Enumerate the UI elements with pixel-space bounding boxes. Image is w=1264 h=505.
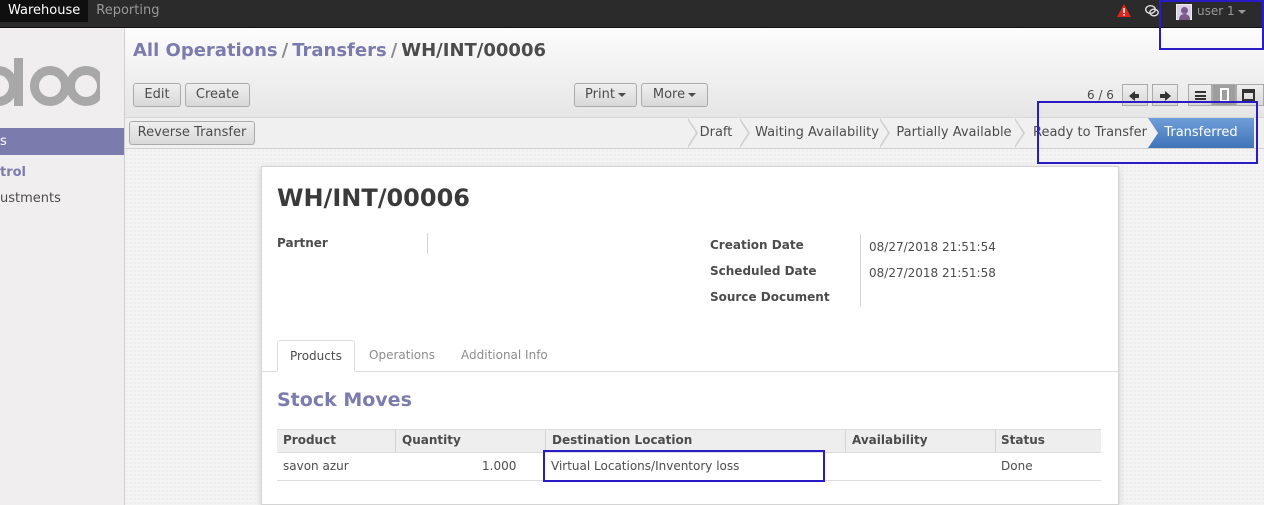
creation-date-value: 08/27/2018 21:51:54 [869,240,996,254]
cell-product: savon azur [283,459,349,473]
column-divider [995,430,996,453]
field-divider [860,234,861,307]
edit-button[interactable]: Edit [133,83,181,107]
chevron-down-icon [688,92,697,97]
chevron-down-icon [617,92,626,97]
status-waiting-availability[interactable]: Waiting Availability [752,118,882,148]
sidebar-section-title: trol [0,165,27,180]
arrow-right-icon [1160,91,1171,101]
chat-icon[interactable] [1145,5,1159,17]
status-separator [739,118,750,148]
list-icon [1195,91,1206,100]
tab-additional-info[interactable]: Additional Info [449,340,560,372]
breadcrumb: All Operations / Transfers / WH/INT/00006 [133,40,546,61]
odoo-logo [0,58,100,118]
top-navbar: Warehouse Reporting user 1 [0,0,1264,28]
top-menu: Warehouse Reporting [0,0,167,22]
tab-products[interactable]: Products [277,340,355,372]
create-button[interactable]: Create [185,83,250,107]
more-dropdown[interactable]: More [641,83,708,107]
column-divider [845,430,846,453]
more-label: More [652,87,686,102]
cell-quantity: 1.000 [482,459,517,473]
partner-label: Partner [277,236,328,250]
column-quantity[interactable]: Quantity [402,433,461,447]
logo-letter-o1 [30,66,70,106]
scheduled-date-label: Scheduled Date [710,264,817,278]
stock-moves-title: Stock Moves [277,389,412,411]
sidebar-item-adjustments[interactable]: ustments [0,191,61,206]
column-availability[interactable]: Availability [852,433,928,447]
highlight-box-user-menu [1159,0,1264,50]
column-destination-location[interactable]: Destination Location [552,433,692,447]
arrow-left-icon [1129,91,1139,101]
source-document-label: Source Document [710,290,830,304]
sidebar-item-active[interactable]: s [0,128,124,155]
highlight-box-destination [543,450,825,482]
breadcrumb-current: WH/INT/00006 [401,40,546,61]
status-draft[interactable]: Draft [692,118,740,148]
creation-date-label: Creation Date [710,238,804,252]
scheduled-date-value: 08/27/2018 21:51:58 [869,266,996,280]
print-dropdown[interactable]: Print [574,83,637,107]
breadcrumb-transfers[interactable]: Transfers [292,40,386,61]
print-label: Print [585,87,615,102]
column-divider [395,430,396,453]
highlight-box-status [1037,101,1258,164]
status-separator [1014,118,1025,148]
cell-status: Done [1001,459,1033,473]
document-title: WH/INT/00006 [277,184,470,212]
breadcrumb-separator: / [281,40,289,61]
pager-value: 6 / 6 [1087,88,1114,102]
status-separator [879,118,890,148]
column-status[interactable]: Status [1001,433,1045,447]
field-divider [427,233,428,254]
status-partially-available[interactable]: Partially Available [892,118,1016,148]
calendar-icon [1242,89,1255,101]
breadcrumb-separator: / [390,40,398,61]
top-menu-reporting[interactable]: Reporting [88,0,167,22]
form-icon [1220,88,1229,102]
logo-stem [14,58,23,106]
reverse-transfer-button[interactable]: Reverse Transfer [129,121,255,145]
breadcrumb-all-operations[interactable]: All Operations [133,40,278,61]
warning-icon[interactable] [1117,4,1131,17]
tab-operations[interactable]: Operations [357,340,447,372]
column-product[interactable]: Product [283,433,336,447]
top-menu-warehouse[interactable]: Warehouse [0,0,89,22]
left-sidebar [0,28,125,505]
logo-letter-o2 [66,66,100,106]
